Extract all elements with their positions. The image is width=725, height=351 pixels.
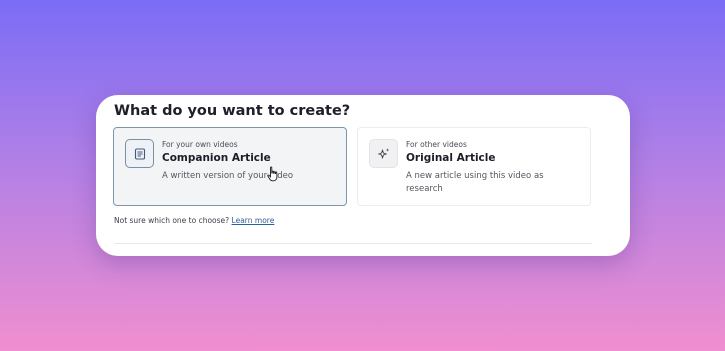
document-icon <box>125 139 154 168</box>
sparkle-icon <box>369 139 398 168</box>
option-eyebrow: For your own videos <box>162 140 238 149</box>
option-title: Companion Article <box>162 152 271 164</box>
help-text: Not sure which one to choose? Learn more <box>114 216 274 225</box>
learn-more-link[interactable]: Learn more <box>232 216 275 225</box>
help-prompt: Not sure which one to choose? <box>114 216 230 225</box>
companion-article-option[interactable]: For your own videos Companion Article A … <box>113 127 347 206</box>
create-dialog: What do you want to create? For your own… <box>96 95 630 256</box>
original-article-option[interactable]: For other videos Original Article A new … <box>357 127 591 206</box>
dialog-title: What do you want to create? <box>114 103 351 119</box>
hand-pointer-icon <box>267 166 278 182</box>
option-title: Original Article <box>406 152 496 164</box>
option-eyebrow: For other videos <box>406 140 467 149</box>
divider <box>114 243 592 244</box>
option-description: A written version of your video <box>162 171 294 181</box>
option-description: A new article using this video as resear… <box>406 171 544 194</box>
